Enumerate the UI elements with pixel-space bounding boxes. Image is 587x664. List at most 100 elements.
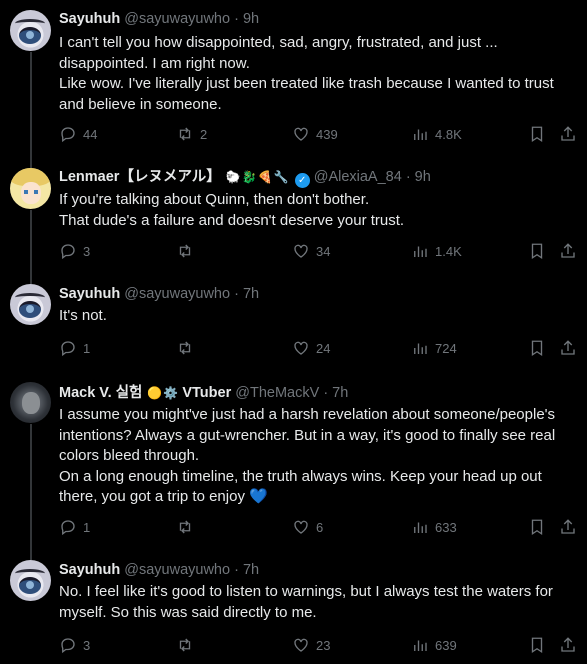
timestamp[interactable]: · 7h (323, 385, 348, 401)
verified-icon: ✓ (294, 173, 310, 188)
views-button[interactable]: 633 (411, 517, 457, 537)
tweet[interactable]: Sayuhuh @sayuwayuwho · 7h No. I feel lik… (0, 550, 587, 664)
thread-line (30, 424, 32, 550)
bookmark-button[interactable] (528, 241, 546, 261)
bookmark-button[interactable] (528, 338, 546, 358)
bookmark-button[interactable] (528, 635, 546, 655)
bookmark-icon (531, 340, 543, 357)
tweet-header: Sayuhuh @sayuwayuwho · 9h (59, 10, 259, 28)
tweet-header: Mack V. 실험 🟡⚙️ VTuber @TheMackV · 7h (59, 384, 348, 402)
avatar[interactable] (10, 284, 51, 325)
reply-icon (61, 638, 75, 654)
display-name[interactable]: Mack V. 실험 (59, 385, 142, 401)
tweet-text: I assume you might've just had a harsh r… (59, 406, 556, 505)
share-button[interactable] (559, 124, 577, 144)
views-button[interactable]: 1.4K (411, 241, 462, 261)
like-button[interactable]: 6 (292, 517, 323, 537)
reply-icon (61, 341, 75, 357)
display-name[interactable]: Sayuhuh (59, 286, 120, 302)
tweet-text: It's not. (59, 307, 107, 324)
handle[interactable]: @sayuwayuwho (124, 562, 230, 578)
share-button[interactable] (559, 338, 577, 358)
heart-icon (294, 638, 308, 652)
avatar[interactable] (10, 382, 51, 423)
bookmark-icon (531, 519, 543, 536)
repost-button[interactable] (176, 635, 200, 655)
reply-button[interactable]: 44 (59, 124, 97, 144)
tweet[interactable]: Mack V. 실험 🟡⚙️ VTuber @TheMackV · 7h I a… (0, 370, 587, 550)
views-icon (414, 129, 427, 140)
reply-button[interactable]: 3 (59, 635, 90, 655)
timestamp[interactable]: · 7h (234, 562, 259, 578)
display-name-suffix[interactable]: VTuber (182, 385, 231, 401)
repost-button[interactable] (176, 517, 200, 537)
like-button[interactable]: 34 (292, 241, 330, 261)
bookmark-icon (531, 637, 543, 654)
repost-icon (179, 341, 191, 355)
repost-icon (179, 127, 191, 141)
share-icon (561, 637, 575, 652)
timestamp[interactable]: · 7h (234, 286, 259, 302)
views-button[interactable]: 639 (411, 635, 457, 655)
views-icon (414, 522, 427, 533)
thread-line (30, 270, 32, 284)
display-name[interactable]: Sayuhuh (59, 11, 120, 27)
like-button[interactable]: 439 (292, 124, 338, 144)
reply-button[interactable]: 3 (59, 241, 90, 261)
heart-icon (294, 244, 308, 258)
repost-icon (179, 638, 191, 652)
views-button[interactable]: 724 (411, 338, 457, 358)
share-icon (561, 340, 575, 355)
views-button[interactable]: 4.8K (411, 124, 462, 144)
handle[interactable]: @TheMackV (235, 385, 319, 401)
like-button[interactable]: 24 (292, 338, 330, 358)
dragon-emoji: 🐉 (241, 170, 257, 184)
reply-button[interactable]: 1 (59, 338, 90, 358)
handle[interactable]: @sayuwayuwho (124, 11, 230, 27)
handle[interactable]: @AlexiaA_84 (314, 169, 402, 185)
reply-button[interactable]: 1 (59, 517, 90, 537)
thread-line (30, 160, 32, 168)
share-button[interactable] (559, 241, 577, 261)
repost-button[interactable] (176, 241, 200, 261)
yellow-circle-emoji: 🟡 (147, 386, 163, 400)
heart-icon (294, 341, 308, 355)
avatar[interactable] (10, 10, 51, 51)
display-name[interactable]: Sayuhuh (59, 562, 120, 578)
avatar[interactable] (10, 168, 51, 209)
tweet[interactable]: Sayuhuh @sayuwayuwho · 9h I can't tell y… (0, 0, 587, 160)
share-button[interactable] (559, 635, 577, 655)
share-button[interactable] (559, 517, 577, 537)
tweet-header: Sayuhuh @sayuwayuwho · 7h (59, 561, 259, 579)
handle[interactable]: @sayuwayuwho (124, 286, 230, 302)
views-icon (414, 343, 427, 354)
tweet-text: If you're talking about Quinn, then don'… (59, 191, 405, 229)
gear-emoji: ⚙️ (163, 386, 179, 400)
like-button[interactable]: 23 (292, 635, 330, 655)
views-icon (414, 246, 427, 257)
bookmark-button[interactable] (528, 124, 546, 144)
bookmark-button[interactable] (528, 517, 546, 537)
repost-button[interactable] (176, 338, 200, 358)
heart-icon (294, 520, 308, 534)
avatar[interactable] (10, 560, 51, 601)
action-bar: 3 34 1.4K (59, 241, 579, 261)
share-icon (561, 126, 575, 141)
tweet[interactable]: Lenmaer【レヌメアル】 🐑🐉🍕🔧 ✓ @AlexiaA_84 · 9h I… (0, 160, 587, 270)
repost-button[interactable]: 2 (176, 124, 207, 144)
share-icon (561, 519, 575, 534)
blue-heart-emoji: 💙 (249, 488, 268, 505)
display-name[interactable]: Lenmaer【レヌメアル】 (59, 169, 221, 185)
share-icon (561, 243, 575, 258)
wrench-emoji: 🔧 (273, 170, 289, 184)
timestamp[interactable]: · 9h (234, 11, 259, 27)
action-bar: 3 23 639 (59, 635, 579, 655)
reply-icon (61, 127, 75, 143)
timestamp[interactable]: · 9h (406, 169, 431, 185)
tweet[interactable]: Sayuhuh @sayuwayuwho · 7h It's not. 1 24… (0, 270, 587, 370)
tweet-text: I can't tell you how disappointed, sad, … (59, 34, 554, 113)
sheep-emoji: 🐑 (225, 170, 241, 184)
thread-line (30, 210, 32, 270)
tweet-text: No. I feel like it's good to listen to w… (59, 583, 553, 621)
bookmark-icon (531, 126, 543, 143)
